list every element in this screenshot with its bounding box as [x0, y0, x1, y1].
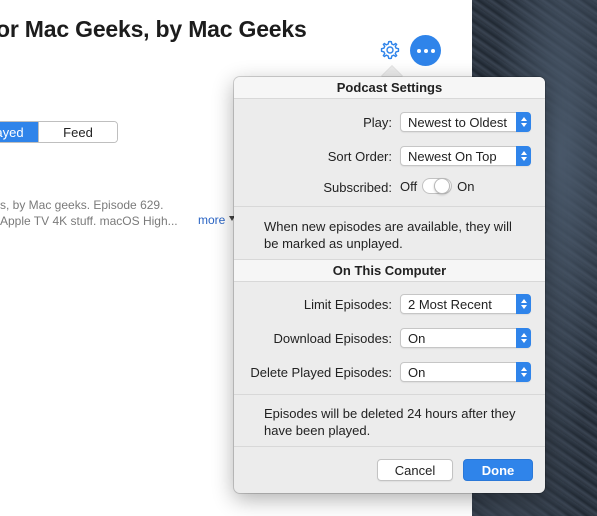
settings-button[interactable] [379, 39, 401, 61]
subscribed-toggle[interactable] [422, 178, 453, 194]
description-line-2: Apple TV 4K stuff. macOS High... [0, 214, 178, 228]
chevron-updown-icon [516, 362, 531, 382]
subscribed-label: Subscribed: [323, 180, 392, 195]
sort-order-select[interactable]: Newest On Top [400, 146, 531, 166]
popover-title: Podcast Settings [234, 77, 545, 99]
play-order-value: Newest to Oldest [408, 114, 507, 130]
limit-episodes-select[interactable]: 2 Most Recent [400, 294, 531, 314]
chevron-updown-icon [516, 112, 531, 132]
toggle-knob [434, 178, 451, 194]
delete-played-select[interactable]: On [400, 362, 531, 382]
divider [234, 394, 545, 395]
done-button[interactable]: Done [463, 459, 533, 481]
download-episodes-label: Download Episodes: [273, 331, 392, 346]
sort-order-value: Newest On Top [408, 148, 497, 164]
more-link[interactable]: more [198, 213, 225, 227]
download-episodes-value: On [408, 330, 426, 346]
subscribed-on-label: On [457, 178, 475, 194]
podcast-title: or Mac Geeks, by Mac Geeks [0, 16, 307, 42]
delete-played-label: Delete Played Episodes: [250, 365, 392, 380]
limit-episodes-value: 2 Most Recent [408, 296, 492, 312]
limit-episodes-label: Limit Episodes: [303, 297, 392, 312]
chevron-updown-icon [516, 328, 531, 348]
delete-note: Episodes will be deleted 24 hours after … [264, 406, 516, 438]
sort-order-label: Sort Order: [327, 149, 392, 164]
play-order-select[interactable]: Newest to Oldest [400, 112, 531, 132]
gear-icon [380, 40, 400, 60]
description-line-1: s, by Mac geeks. Episode 629. [0, 198, 164, 212]
delete-played-value: On [408, 364, 426, 380]
subscribed-off-label: Off [400, 178, 418, 194]
tab-unplayed[interactable]: ayed [0, 122, 38, 142]
chevron-updown-icon [516, 294, 531, 314]
episode-description: s, by Mac geeks. Episode 629. Apple TV 4… [0, 197, 178, 229]
podcast-settings-popover: Podcast Settings Play: Newest to Oldest … [234, 77, 545, 493]
more-options-button[interactable] [410, 35, 441, 66]
ellipsis-icon [416, 48, 421, 53]
cancel-button[interactable]: Cancel [377, 459, 453, 481]
download-episodes-select[interactable]: On [400, 328, 531, 348]
popover-arrow [381, 66, 403, 77]
chevron-updown-icon [516, 146, 531, 166]
unplayed-note: When new episodes are available, they wi… [264, 219, 512, 251]
divider [234, 446, 545, 447]
tab-feed[interactable]: Feed [38, 122, 117, 142]
play-label: Play: [363, 115, 392, 130]
divider [234, 206, 545, 207]
on-this-computer-header: On This Computer [234, 259, 545, 282]
view-segmented-control: ayed Feed [0, 121, 118, 143]
subscribed-control: Off On [400, 178, 474, 194]
